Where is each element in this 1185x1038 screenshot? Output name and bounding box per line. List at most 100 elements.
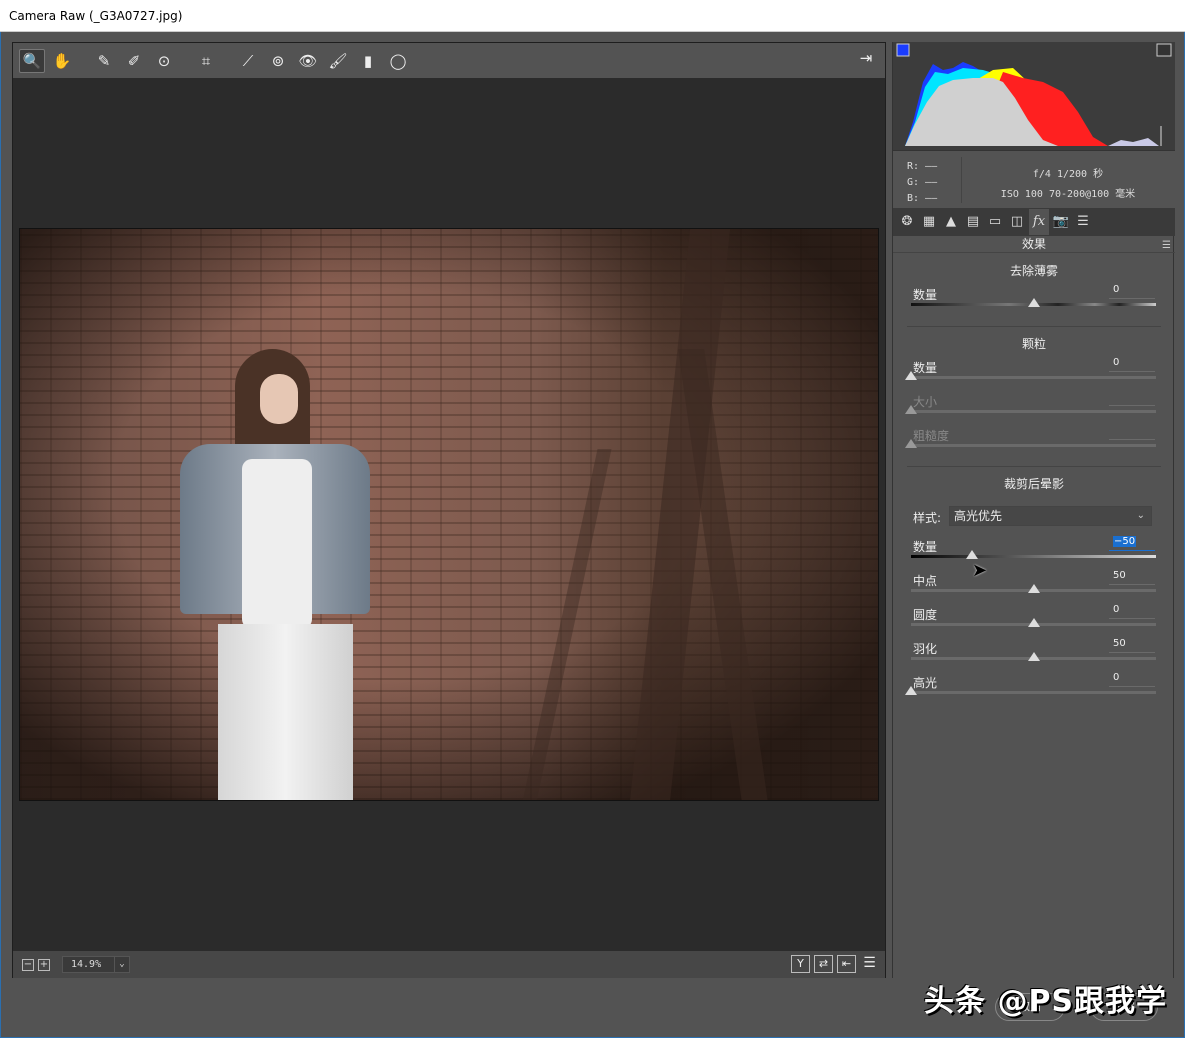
grain-size-slider-thumb[interactable] xyxy=(905,405,917,414)
grain-amount-slider[interactable] xyxy=(911,376,1156,379)
vignette-roundness-slider[interactable] xyxy=(911,623,1156,626)
dehaze-amount-value: 0 xyxy=(1113,284,1119,295)
before-after-toggle-icon[interactable]: Y xyxy=(791,955,810,973)
zoom-out-button[interactable]: − xyxy=(22,959,34,971)
b-value: B: —— xyxy=(907,191,937,207)
zoom-tool-icon[interactable]: 🔍 xyxy=(19,49,45,73)
vignette-midpoint-slider[interactable] xyxy=(911,589,1156,592)
grain-roughness-label: 粗糙度 xyxy=(913,427,949,444)
tab-camera-calibration-icon[interactable]: 📷 xyxy=(1051,209,1071,235)
dehaze-amount-slider[interactable] xyxy=(911,303,1156,306)
watermark: 头条 @PS跟我学 xyxy=(924,976,1167,1020)
vignette-amount-value-field[interactable]: −50 xyxy=(1109,535,1155,551)
vignette-roundness-value: 0 xyxy=(1113,604,1119,615)
section-divider xyxy=(907,326,1161,327)
grain-amount-value-field[interactable]: 0 xyxy=(1109,356,1155,372)
tab-tone-curve-icon[interactable]: ▦ xyxy=(919,209,939,235)
vignette-highlights-slider-thumb[interactable] xyxy=(905,686,917,695)
image-preview[interactable] xyxy=(19,228,879,801)
g-value: G: —— xyxy=(907,175,937,191)
exposure-info: f/4 1/200 秒 xyxy=(963,165,1173,185)
graduated-filter-tool-icon[interactable]: ▮ xyxy=(355,49,381,73)
vignette-highlights-value: 0 xyxy=(1113,672,1119,683)
spot-removal-tool-icon[interactable]: ⊚ xyxy=(265,49,291,73)
lens-info: ISO 100 70-200@100 毫米 xyxy=(963,185,1173,205)
radial-filter-tool-icon[interactable]: ◯ xyxy=(385,49,411,73)
adjustment-panel: R: —— G: —— B: —— f/4 1/200 秒 ISO 100 70… xyxy=(892,42,1174,978)
red-eye-tool-icon[interactable]: 👁 xyxy=(295,49,321,73)
vignette-feather-slider-thumb[interactable] xyxy=(1028,652,1040,661)
color-sampler-tool-icon[interactable]: ✐ xyxy=(121,49,147,73)
panel-menu-icon[interactable]: ☰ xyxy=(1162,238,1171,254)
tab-effects-icon[interactable]: fx xyxy=(1029,209,1049,235)
fullscreen-icon[interactable]: ⇥ xyxy=(855,49,877,71)
targeted-adjustment-tool-icon[interactable]: ⊙ xyxy=(151,49,177,73)
vignette-feather-value: 50 xyxy=(1113,638,1126,649)
vignette-highlights-slider[interactable] xyxy=(911,691,1156,694)
shadow-clipping-icon[interactable] xyxy=(897,44,909,56)
chevron-down-icon: ⌄ xyxy=(1137,507,1145,525)
mouse-cursor-icon: ➤ xyxy=(972,560,987,581)
grain-size-value-field[interactable] xyxy=(1109,390,1155,406)
grain-roughness-value-field[interactable] xyxy=(1109,424,1155,440)
vignette-style-select[interactable]: 高光优先 ⌄ xyxy=(949,506,1152,526)
view-controls: Y ⇄ ⇤ ☰ xyxy=(791,955,879,973)
vignette-roundness-label: 圆度 xyxy=(913,606,937,623)
tab-basic-icon[interactable]: ❂ xyxy=(897,209,917,235)
grain-title: 颗粒 xyxy=(893,335,1175,352)
hand-tool-icon[interactable]: ✋ xyxy=(49,49,75,73)
vignette-style-value: 高光优先 xyxy=(954,509,1002,523)
tab-detail-icon[interactable]: ▲ xyxy=(941,209,961,235)
grain-roughness-slider-thumb[interactable] xyxy=(905,439,917,448)
vignette-amount-label: 数量 xyxy=(913,538,937,555)
toolbar: 🔍✋ ✎✐⊙ ⌗ ⟋⊚👁🖌▮◯ xyxy=(13,43,885,78)
tab-hsl-icon[interactable]: ▤ xyxy=(963,209,983,235)
histogram-graph xyxy=(893,42,1175,150)
zoom-in-button[interactable]: + xyxy=(38,959,50,971)
chevron-down-icon: ⌄ xyxy=(114,957,129,972)
white-balance-tool-icon[interactable]: ✎ xyxy=(91,49,117,73)
vignette-highlights-value-field[interactable]: 0 xyxy=(1109,671,1155,687)
dehaze-title: 去除薄雾 xyxy=(893,262,1175,279)
exif-info: f/4 1/200 秒 ISO 100 70-200@100 毫米 xyxy=(963,165,1173,205)
panel-title: 效果 xyxy=(1022,237,1046,251)
histo-tail xyxy=(1108,138,1159,146)
grain-amount-value: 0 xyxy=(1113,357,1119,368)
vignette-amount-slider[interactable] xyxy=(911,555,1156,558)
grain-size-slider[interactable] xyxy=(911,410,1156,413)
histogram xyxy=(893,42,1175,150)
crop-tool-icon[interactable]: ⌗ xyxy=(193,49,219,73)
copy-settings-icon[interactable]: ⇤ xyxy=(837,955,856,973)
zoom-level-select[interactable]: 14.9%⌄ xyxy=(62,956,130,973)
dehaze-amount-slider-thumb[interactable] xyxy=(1028,298,1040,307)
vignette-amount-slider-thumb[interactable] xyxy=(966,550,978,559)
vignette-feather-value-field[interactable]: 50 xyxy=(1109,637,1155,653)
vignette-midpoint-slider-thumb[interactable] xyxy=(1028,584,1040,593)
dehaze-amount-value-field[interactable]: 0 xyxy=(1109,283,1155,299)
vignette-amount-value: −50 xyxy=(1113,536,1136,547)
swap-settings-icon[interactable]: ⇄ xyxy=(814,955,833,973)
window-title: Camera Raw (_G3A0727.jpg) xyxy=(0,0,1185,32)
preview-panel: 🔍✋ ✎✐⊙ ⌗ ⟋⊚👁🖌▮◯ ⇥ − + 14.9%⌄ Y ⇄ ⇤ ☰ xyxy=(12,42,886,978)
vignette-midpoint-value-field[interactable]: 50 xyxy=(1109,569,1155,585)
panel-tabs: ❂ ▦ ▲ ▤ ▭ ◫ fx 📷 ☰ xyxy=(893,208,1175,236)
highlight-clipping-icon[interactable] xyxy=(1157,44,1171,56)
tab-split-toning-icon[interactable]: ▭ xyxy=(985,209,1005,235)
grain-roughness-slider[interactable] xyxy=(911,444,1156,447)
vignette-roundness-value-field[interactable]: 0 xyxy=(1109,603,1155,619)
tab-lens-corrections-icon[interactable]: ◫ xyxy=(1007,209,1027,235)
straighten-tool-icon[interactable]: ⟋ xyxy=(235,49,261,73)
vignette-roundness-slider-thumb[interactable] xyxy=(1028,618,1040,627)
info-panel: R: —— G: —— B: —— f/4 1/200 秒 ISO 100 70… xyxy=(893,150,1175,208)
vignette-midpoint-label: 中点 xyxy=(913,572,937,589)
view-settings-icon[interactable]: ☰ xyxy=(860,955,879,973)
vignette-feather-slider[interactable] xyxy=(911,657,1156,660)
vignette-title: 裁剪后晕影 xyxy=(893,475,1175,492)
tab-presets-icon[interactable]: ☰ xyxy=(1073,209,1093,235)
adjustment-brush-tool-icon[interactable]: 🖌 xyxy=(325,49,351,73)
status-bar: − + 14.9%⌄ Y ⇄ ⇤ ☰ xyxy=(13,951,885,978)
rgb-readout: R: —— G: —— B: —— xyxy=(907,159,937,207)
grain-amount-slider-thumb[interactable] xyxy=(905,371,917,380)
panel-header: 效果 ☰ xyxy=(893,236,1175,253)
vignette-midpoint-value: 50 xyxy=(1113,570,1126,581)
